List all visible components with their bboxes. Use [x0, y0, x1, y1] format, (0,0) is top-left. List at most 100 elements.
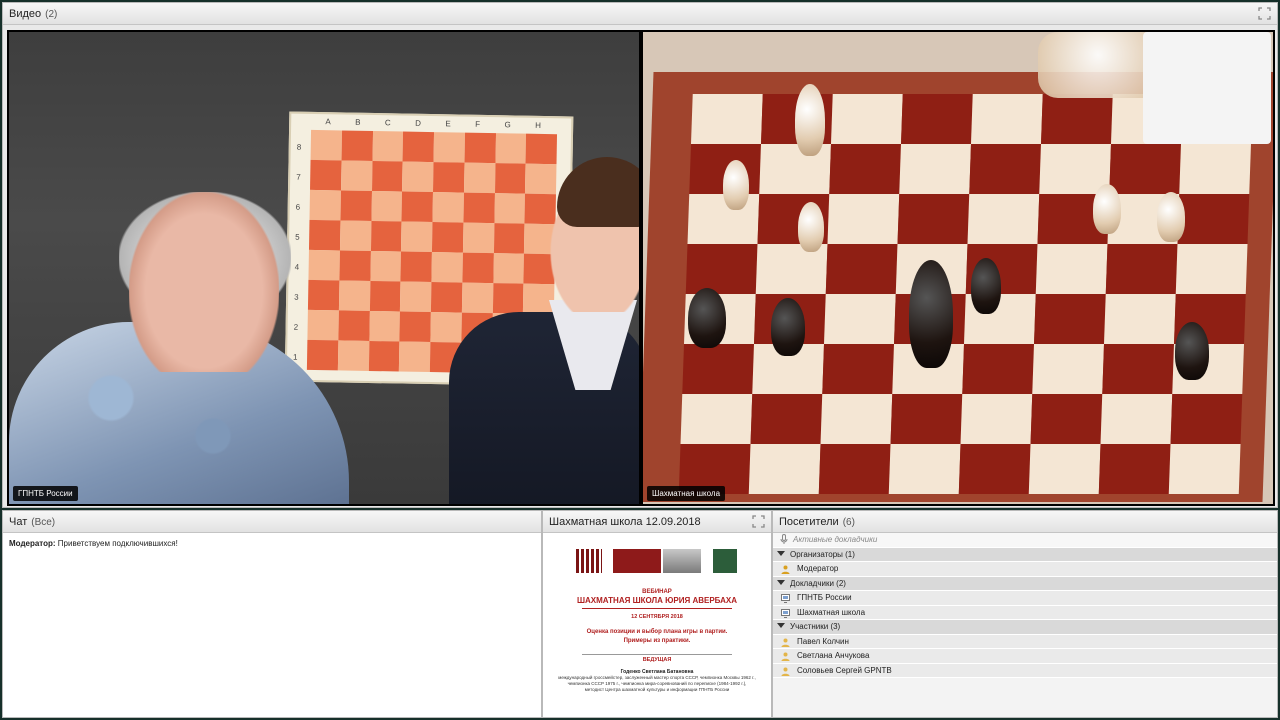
board-square — [308, 219, 341, 251]
board-square — [495, 133, 527, 164]
attendee-row[interactable]: Светлана Анчукова — [773, 649, 1277, 664]
board-square — [370, 220, 402, 252]
chat-pod: Чат (Все) Модератор: Приветствуем подключ… — [2, 510, 542, 718]
chat-messages: Модератор: Приветствуем подключившихся! — [3, 533, 541, 717]
board-square — [1170, 394, 1243, 444]
participant-icon — [781, 667, 790, 676]
attendee-row[interactable]: ГПНТБ России — [773, 591, 1277, 606]
board-square — [830, 94, 903, 144]
board-square — [340, 190, 372, 221]
board-square — [818, 444, 891, 494]
attendee-row[interactable]: Шахматная школа — [773, 605, 1277, 620]
share-pod-header[interactable]: Шахматная школа 12.09.2018 — [543, 511, 771, 533]
board-square — [897, 194, 970, 244]
board-square — [401, 221, 433, 253]
board-square — [402, 131, 435, 163]
chat-scope[interactable]: (Все) — [31, 517, 55, 528]
board-square — [890, 394, 963, 444]
attendees-count: (6) — [842, 517, 855, 528]
wallboard-ranks: 8 7 6 5 4 3 2 1 — [293, 132, 302, 372]
attendee-row[interactable]: Соловьев Сергей GPNTB — [773, 663, 1277, 678]
attendees-pod-header[interactable]: Посетители (6) — [773, 511, 1277, 533]
black-pawn-piece — [1175, 322, 1209, 380]
board-square — [960, 394, 1033, 444]
video-pod-count: (2) — [45, 9, 58, 20]
board-square — [682, 344, 755, 394]
white-pawn-piece — [1093, 184, 1121, 234]
board-square — [525, 133, 558, 165]
slide-date: 12 СЕНТЯБРЯ 2018 — [631, 614, 683, 620]
physical-board-squares — [678, 94, 1253, 494]
attendee-name: Модератор — [797, 564, 839, 573]
section-label: Организаторы (1) — [790, 549, 855, 559]
board-square — [340, 160, 373, 191]
black-king-piece — [909, 260, 953, 368]
chat-message-author: Модератор: — [9, 539, 56, 548]
participant-icon — [781, 638, 790, 647]
board-square — [339, 220, 371, 251]
board-square — [462, 252, 494, 284]
slide-lead-label: ВЕДУЩАЯ — [642, 657, 672, 663]
board-square — [748, 444, 821, 494]
teacher-face — [129, 192, 279, 372]
board-square — [307, 309, 339, 341]
board-square — [900, 94, 973, 144]
white-pawn-piece — [723, 160, 749, 210]
fullscreen-icon[interactable] — [752, 515, 765, 528]
board-square — [339, 250, 371, 281]
board-square — [368, 310, 401, 342]
board-square — [822, 344, 895, 394]
fullscreen-icon[interactable] — [1258, 7, 1271, 20]
board-square — [1030, 394, 1103, 444]
black-pawn-piece — [688, 288, 726, 348]
attendee-row[interactable]: Павел Колчин — [773, 634, 1277, 649]
section-organizers[interactable]: Организаторы (1) — [773, 547, 1277, 562]
rank-label: 3 — [294, 292, 299, 302]
gpntb-logo — [613, 549, 661, 573]
board-square — [1105, 244, 1178, 294]
file-label: B — [355, 117, 361, 127]
board-square — [461, 282, 493, 314]
board-square — [1104, 294, 1176, 344]
microphone-icon — [780, 534, 788, 544]
library-logo — [576, 549, 602, 573]
board-square — [463, 162, 496, 194]
section-presenters[interactable]: Докладчики (2) — [773, 576, 1277, 591]
slide-topic-line: Примеры из практики. — [623, 638, 691, 644]
board-square — [824, 294, 896, 344]
scoresheet-paper — [1143, 32, 1271, 144]
board-square — [687, 194, 760, 244]
board-square — [462, 222, 494, 254]
board-square — [432, 162, 465, 193]
video-feed-label: ГПНТБ России — [13, 486, 78, 501]
host-person-icon — [781, 565, 790, 574]
slide-bio-line: методист Центра шахматной культуры и инф… — [584, 687, 730, 692]
board-square — [1032, 344, 1105, 394]
chat-pod-header[interactable]: Чат (Все) — [3, 511, 541, 533]
board-square — [493, 223, 525, 254]
white-pawn-piece — [1157, 192, 1185, 242]
board-square — [1034, 294, 1106, 344]
board-square — [308, 249, 340, 281]
board-square — [492, 283, 524, 314]
board-square — [433, 132, 465, 163]
wallboard-files: A B C D E F G H — [313, 117, 553, 130]
board-square — [493, 193, 526, 224]
board-square — [372, 130, 404, 162]
board-square — [690, 94, 763, 144]
building-image — [663, 549, 701, 573]
video-feed-chess-school[interactable]: Шахматная школа — [643, 32, 1273, 504]
rank-label: 6 — [295, 202, 301, 212]
video-pod-header[interactable]: Видео (2) — [3, 3, 1277, 25]
collapse-triangle-icon[interactable] — [777, 579, 785, 585]
collapse-triangle-icon[interactable] — [777, 550, 785, 556]
board-square — [431, 252, 463, 283]
attendee-name: Шахматная школа — [797, 607, 866, 617]
collapse-triangle-icon[interactable] — [777, 623, 785, 628]
board-square — [1035, 244, 1108, 294]
app-frame: Видео (2) A B C D E F G H 8 7 6 5 4 3 2 … — [0, 0, 1280, 720]
section-participants[interactable]: Участники (3) — [773, 620, 1277, 635]
attendee-name: Павел Колчин — [797, 636, 849, 646]
video-feed-gpntb[interactable]: A B C D E F G H 8 7 6 5 4 3 2 1 ГПНТБ Ро… — [9, 32, 639, 504]
attendee-row[interactable]: Модератор — [773, 562, 1277, 577]
